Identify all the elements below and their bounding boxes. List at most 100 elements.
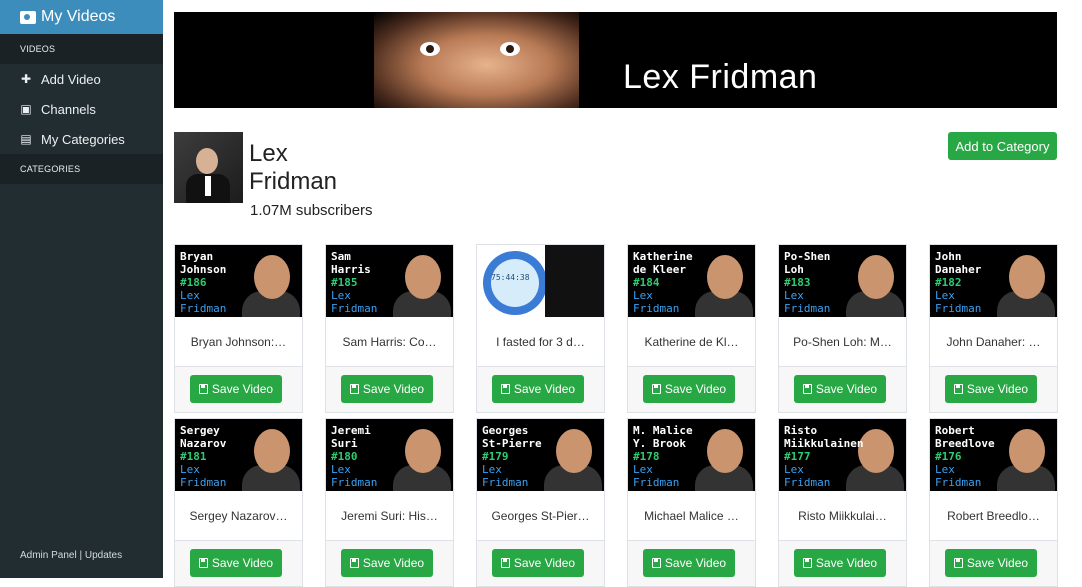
thumbnail-host: Lex <box>482 463 502 476</box>
thumbnail-guest-name: Sam <box>331 250 351 263</box>
save-icon <box>802 384 812 394</box>
youtube-icon: ▣ <box>20 102 32 116</box>
save-video-label: Save Video <box>815 556 878 570</box>
video-thumbnail[interactable]: Sam Harris #185 Lex Fridman <box>326 245 453 317</box>
save-icon <box>651 384 661 394</box>
video-title-text: Po-Shen Loh: M… <box>793 334 892 349</box>
save-video-button[interactable]: Save Video <box>341 549 433 577</box>
video-thumbnail[interactable]: Robert Breedlove #176 Lex Fridman <box>930 419 1057 491</box>
video-title-text: Sergey Nazarov… <box>189 508 288 523</box>
video-title-text: Bryan Johnson:… <box>190 334 287 349</box>
thumbnail-episode: #182 <box>935 276 962 289</box>
video-title[interactable]: Robert Breedlo… <box>930 491 1057 541</box>
video-title[interactable]: Katherine de Kl… <box>628 317 755 367</box>
save-icon <box>349 558 359 568</box>
thumbnail-host: Fridman <box>633 476 680 489</box>
card-footer: Save Video <box>326 367 453 412</box>
video-thumbnail[interactable]: John Danaher #182 Lex Fridman <box>930 245 1057 317</box>
save-video-button[interactable]: Save Video <box>492 549 584 577</box>
save-video-button[interactable]: Save Video <box>945 375 1037 403</box>
brand-label: My Videos <box>41 8 116 25</box>
video-title[interactable]: Georges St-Pier… <box>477 491 604 541</box>
thumbnail-episode: #185 <box>331 276 358 289</box>
video-thumbnail[interactable]: Katherine de Kleer #184 Lex Fridman <box>628 245 755 317</box>
save-video-button[interactable]: Save Video <box>794 375 886 403</box>
card-footer: Save Video <box>628 367 755 412</box>
sidebar-item-add-video[interactable]: ✚ Add Video <box>0 64 163 94</box>
thumbnail-host: Lex <box>633 289 653 302</box>
brand[interactable]: My Videos <box>0 0 163 34</box>
save-video-button[interactable]: Save Video <box>492 375 584 403</box>
updates-link[interactable]: Updates <box>85 550 122 561</box>
save-video-button[interactable]: Save Video <box>190 375 282 403</box>
video-title-text: Georges St-Pier… <box>491 508 590 523</box>
save-video-button[interactable]: Save Video <box>341 375 433 403</box>
thumbnail-episode: #181 <box>180 450 207 463</box>
save-video-label: Save Video <box>664 382 727 396</box>
add-to-category-button[interactable]: Add to Category <box>948 132 1057 160</box>
thumbnail-guest-name: Miikkulainen <box>784 437 864 450</box>
video-thumbnail[interactable]: Bryan Johnson #186 Lex Fridman <box>175 245 302 317</box>
subscriber-count: 1.07M subscribers <box>250 202 373 219</box>
footer-separator: | <box>79 550 83 561</box>
video-card: Po-Shen Loh #183 Lex Fridman Po-Shen Loh: M… S… <box>778 244 907 413</box>
sidebar-item-channels[interactable]: ▣ Channels <box>0 94 163 124</box>
video-title[interactable]: Michael Malice … <box>628 491 755 541</box>
save-video-button[interactable]: Save Video <box>794 549 886 577</box>
video-thumbnail[interactable]: M. Malice Y. Brook #178 Lex Fridman <box>628 419 755 491</box>
thumbnail-guest-name: Robert <box>935 424 975 437</box>
sidebar-item-label: My Categories <box>41 131 125 147</box>
video-title[interactable]: Jeremi Suri: His… <box>326 491 453 541</box>
video-thumbnail[interactable]: Sergey Nazarov #181 Lex Fridman <box>175 419 302 491</box>
save-icon <box>953 558 963 568</box>
video-card: Sergey Nazarov #181 Lex Fridman Sergey Nazaro… <box>174 418 303 587</box>
thumbnail-guest-name: Bryan <box>180 250 214 263</box>
video-title[interactable]: Risto Miikkulai… <box>779 491 906 541</box>
book-icon: ▤ <box>20 132 32 146</box>
banner-image <box>374 12 579 108</box>
thumbnail-guest-name: Suri <box>331 437 358 450</box>
video-thumbnail[interactable]: Jeremi Suri #180 Lex Fridman <box>326 419 453 491</box>
video-title-text: Jeremi Suri: His… <box>341 508 438 523</box>
video-title[interactable]: Po-Shen Loh: M… <box>779 317 906 367</box>
thumbnail-guest-name: Breedlove <box>935 437 995 450</box>
thumbnail-watch-time: 75:44:38 <box>491 273 530 282</box>
sidebar-footer: Admin Panel | Updates <box>20 550 122 561</box>
save-video-button[interactable]: Save Video <box>190 549 282 577</box>
video-thumbnail[interactable]: Georges St-Pierre #179 Lex Fridman <box>477 419 604 491</box>
video-thumbnail[interactable]: Risto Miikkulainen #177 Lex Fridman <box>779 419 906 491</box>
video-title[interactable]: Sergey Nazarov… <box>175 491 302 541</box>
video-title-text: Risto Miikkulai… <box>798 508 887 523</box>
save-video-label: Save Video <box>211 382 274 396</box>
thumbnail-host: Fridman <box>180 476 227 489</box>
card-footer: Save Video <box>779 541 906 586</box>
save-video-button[interactable]: Save Video <box>945 549 1037 577</box>
thumbnail-host: Fridman <box>935 476 982 489</box>
video-card: Jeremi Suri #180 Lex Fridman Jeremi Suri: His… <box>325 418 454 587</box>
thumbnail-episode: #186 <box>180 276 207 289</box>
video-title[interactable]: Sam Harris: Co… <box>326 317 453 367</box>
video-title[interactable]: John Danaher: … <box>930 317 1057 367</box>
thumbnail-guest-name: Harris <box>331 263 371 276</box>
save-icon <box>198 558 208 568</box>
section-header-videos: VIDEOS <box>0 34 163 64</box>
thumbnail-guest-name: Y. Brook <box>633 437 686 450</box>
card-footer: Save Video <box>477 367 604 412</box>
video-title[interactable]: I fasted for 3 d… <box>477 317 604 367</box>
thumbnail-episode: #180 <box>331 450 358 463</box>
video-thumbnail[interactable]: 75:44:38 <box>477 245 604 317</box>
thumbnail-host: Lex <box>784 463 804 476</box>
thumbnail-guest-name: Danaher <box>935 263 982 276</box>
video-title[interactable]: Bryan Johnson:… <box>175 317 302 367</box>
thumbnail-episode: #176 <box>935 450 962 463</box>
thumbnail-guest-name: Po-Shen <box>784 250 831 263</box>
admin-panel-link[interactable]: Admin Panel <box>20 550 77 561</box>
thumbnail-host: Fridman <box>331 476 378 489</box>
video-thumbnail[interactable]: Po-Shen Loh #183 Lex Fridman <box>779 245 906 317</box>
thumbnail-guest-name: John <box>935 250 962 263</box>
sidebar-item-my-categories[interactable]: ▤ My Categories <box>0 124 163 154</box>
save-video-button[interactable]: Save Video <box>643 549 735 577</box>
thumbnail-host: Lex <box>180 463 200 476</box>
thumbnail-guest-name: M. Malice <box>633 424 693 437</box>
save-video-button[interactable]: Save Video <box>643 375 735 403</box>
